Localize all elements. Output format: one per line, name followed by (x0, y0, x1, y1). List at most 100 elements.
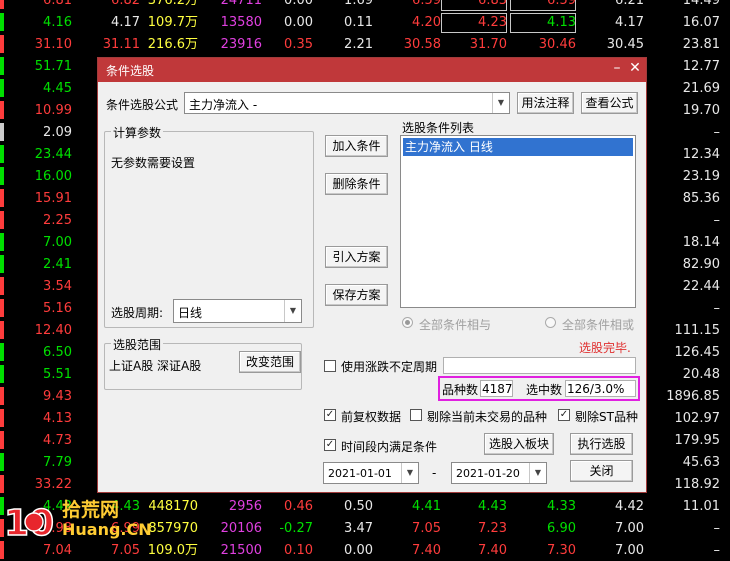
table-cell: 12.40 (34, 323, 72, 338)
chevron-down-icon[interactable]: ▼ (529, 463, 546, 483)
table-cell: 4.42 (615, 499, 644, 514)
usage-notes-button[interactable]: 用法注释 (517, 92, 574, 114)
table-cell: 45.63 (682, 455, 720, 470)
row-edge-marker (0, 431, 4, 449)
conditions-list-label: 选股条件列表 (402, 121, 475, 135)
table-cell: 4.33 (547, 499, 576, 514)
row-edge-marker (0, 57, 4, 75)
table-cell: 4.13 (510, 13, 576, 33)
add-condition-button[interactable]: 加入条件 (325, 135, 388, 157)
radio-and[interactable] (402, 317, 413, 328)
table-cell: 9.43 (43, 389, 72, 404)
table-cell: 0.00 (284, 0, 313, 8)
chevron-down-icon[interactable]: ▼ (492, 93, 509, 113)
row-edge-marker (0, 189, 4, 207)
table-cell: 12.77 (682, 59, 720, 74)
table-cell: 5.16 (43, 301, 72, 316)
row-edge-marker (0, 409, 4, 427)
table-cell: 109.7万 (147, 15, 198, 30)
view-formula-button[interactable]: 查看公式 (581, 92, 638, 114)
table-row[interactable]: 4.16 4.17 109.7万 13580 0.00 0.11 4.20 4.23 4.13 4… (0, 11, 730, 33)
range-group-title: 选股范围 (111, 336, 164, 353)
params-group-title: 计算参数 (111, 124, 164, 141)
close-icon[interactable]: ✕ (628, 60, 642, 78)
table-cell: 4.43 (478, 499, 507, 514)
minimize-icon[interactable]: – (610, 60, 624, 78)
use-period-checkbox[interactable] (324, 360, 336, 372)
remove-st-label: 剔除ST品种 (575, 410, 638, 424)
period-select[interactable]: 日线 ▼ (173, 299, 302, 323)
row-edge-marker (0, 277, 4, 295)
row-edge-marker (0, 365, 4, 383)
row-edge-marker (0, 453, 4, 471)
params-group: 计算参数 无参数需要设置 选股周期: 日线 ▼ (104, 124, 314, 328)
list-item[interactable]: 主力净流入 日线 (403, 138, 633, 156)
dialog-title-bar[interactable]: 条件选股 – ✕ (98, 58, 646, 82)
chevron-down-icon[interactable]: ▼ (284, 300, 301, 322)
table-cell: 7.30 (547, 543, 576, 558)
use-period-label: 使用涨跌不定周期 (341, 360, 438, 374)
pre-adjust-checkbox[interactable]: ✓ (324, 409, 336, 421)
import-plan-button[interactable]: 引入方案 (325, 246, 388, 268)
row-edge-marker (0, 475, 4, 493)
table-cell: 3.47 (344, 521, 373, 536)
table-cell: 4.16 (43, 15, 72, 30)
table-cell: 6.59 (412, 0, 441, 8)
table-cell: 23.19 (682, 169, 720, 184)
table-cell: 2.09 (43, 125, 72, 140)
chevron-down-icon[interactable]: ▼ (401, 463, 418, 483)
table-cell: 4.13 (43, 411, 72, 426)
formula-value: 主力净流入 - (189, 98, 258, 112)
row-edge-marker (0, 255, 4, 273)
change-range-button[interactable]: 改变范围 (239, 351, 301, 373)
table-cell: 3.54 (43, 279, 72, 294)
radio-or[interactable] (545, 317, 556, 328)
conditions-list[interactable]: 主力净流入 日线 (400, 135, 636, 308)
formula-select[interactable]: 主力净流入 - ▼ (184, 92, 510, 114)
watermark-logo: 10 拾荒网 Huang.CN (0, 493, 152, 549)
table-cell: 376.2万 (147, 0, 198, 8)
row-edge-marker (0, 233, 4, 251)
row-edge-marker (0, 13, 4, 31)
table-cell: 23.81 (682, 37, 720, 52)
table-cell: 7.00 (615, 543, 644, 558)
save-plan-button[interactable]: 保存方案 (325, 284, 388, 306)
no-params-text: 无参数需要设置 (111, 156, 196, 170)
table-row[interactable]: 31.10 31.11 216.6万 23916 0.35 2.21 30.58 31.70 3… (0, 33, 730, 55)
date-to-value: 2021-01-20 (456, 467, 520, 480)
table-cell: 6.82 (111, 0, 140, 8)
table-cell: – (713, 125, 721, 140)
table-cell: 30.58 (403, 37, 441, 52)
table-cell: 7.40 (478, 543, 507, 558)
run-select-button[interactable]: 执行选股 (570, 433, 633, 455)
table-cell: 12.34 (682, 147, 720, 162)
period-value: 日线 (178, 306, 203, 320)
table-cell: 0.35 (284, 37, 313, 52)
table-cell: 6.81 (43, 0, 72, 8)
table-cell: 33.22 (34, 477, 72, 492)
remove-untraded-label: 剔除当前未交易的品种 (427, 410, 548, 424)
table-cell: 6.83 (441, 0, 507, 11)
time-range-checkbox[interactable]: ✓ (324, 439, 336, 451)
table-cell: 6.90 (547, 521, 576, 536)
brand-url: Huang.CN (62, 520, 152, 539)
table-cell: – (713, 213, 721, 228)
table-row[interactable]: 6.81 6.82 376.2万 24711 0.00 1.69 6.59 6.83 6.59 6… (0, 0, 730, 11)
row-edge-marker (0, 0, 4, 9)
table-cell: 31.10 (34, 37, 72, 52)
result-highlight-box (438, 376, 640, 401)
date-from-picker[interactable]: 2021-01-01 ▼ (323, 462, 419, 484)
table-cell: 102.97 (674, 411, 721, 426)
period-input[interactable] (443, 357, 636, 374)
close-button[interactable]: 关闭 (570, 460, 633, 482)
table-cell: 2.21 (344, 37, 373, 52)
add-to-block-button[interactable]: 选股入板块 (484, 433, 554, 455)
remove-st-checkbox[interactable]: ✓ (558, 409, 570, 421)
table-cell: 21.69 (682, 81, 720, 96)
remove-untraded-checkbox[interactable] (410, 409, 422, 421)
table-cell: 111.15 (674, 323, 721, 338)
date-to-picker[interactable]: 2021-01-20 ▼ (451, 462, 547, 484)
table-cell: 22.44 (682, 279, 720, 294)
delete-condition-button[interactable]: 删除条件 (325, 173, 388, 195)
table-cell: 4.20 (412, 15, 441, 30)
